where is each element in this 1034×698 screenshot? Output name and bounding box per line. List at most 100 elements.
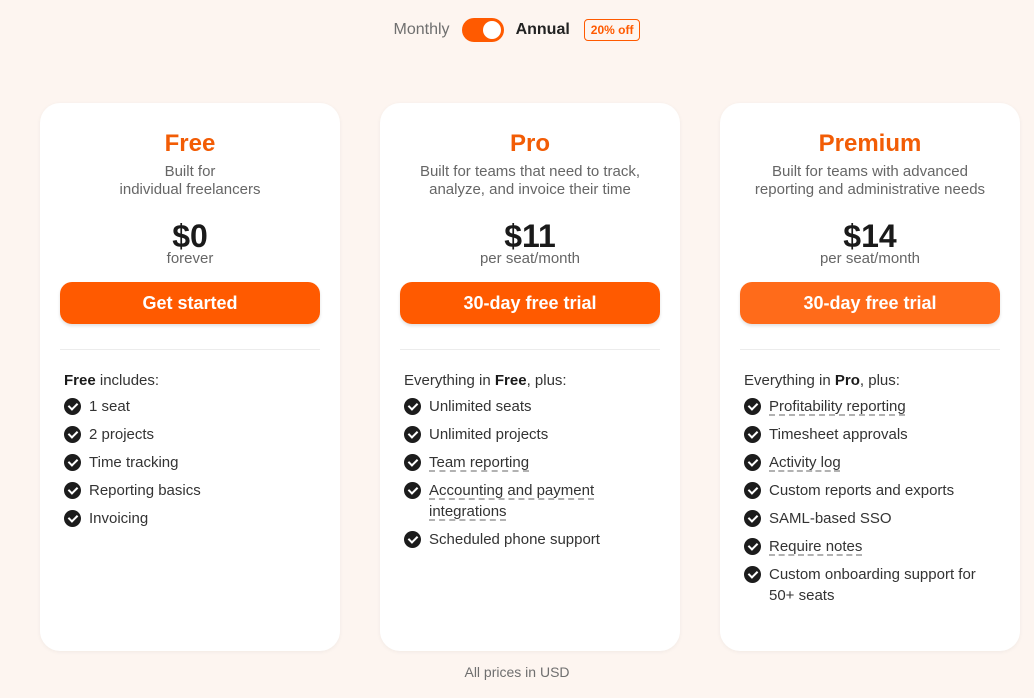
plan-price: $11 [504,218,556,254]
plan-description: Built for individual freelancers [60,163,320,199]
feature-label: Custom onboarding support for 50+ seats [769,566,976,604]
check-circle-icon [744,566,761,583]
check-circle-icon [64,510,81,527]
plan-price: $14 [843,218,897,254]
feature-link[interactable]: Accounting and payment integrations [429,480,660,522]
plan-name: Premium [818,130,922,157]
feature-item: Unlimited projects [404,424,660,445]
includes-prefix: Everything in [744,372,835,389]
plan-description-line: Built for [164,163,216,180]
feature-label: Time tracking [89,454,179,471]
feature-item: Timesheet approvals [744,424,1000,445]
includes-heading: Everything in Pro, plus: [744,372,1000,390]
feature-item: Custom onboarding support for 50+ seats [744,564,1000,606]
feature-item: 2 projects [64,424,320,445]
feature-list: 1 seat 2 projects Time tracking Reportin… [64,396,320,529]
plan-description-line: Built for teams with advanced [772,163,968,180]
check-circle-icon [744,426,761,443]
check-circle-icon [404,482,421,499]
check-circle-icon [64,426,81,443]
feature-item: Team reporting [404,452,660,473]
plan-card-premium: Premium Built for teams with advanced re… [720,103,1020,651]
get-started-button[interactable]: Get started [60,282,320,324]
feature-item: SAML-based SSO [744,508,1000,529]
check-circle-icon [744,510,761,527]
plan-description-line: individual freelancers [119,181,261,198]
plan-name: Pro [509,130,550,157]
plan-period: per seat/month [819,250,921,267]
feature-item: Accounting and payment integrations [404,480,660,522]
check-circle-icon [744,538,761,555]
check-circle-icon [64,454,81,471]
includes-plan: Free [494,372,527,389]
feature-item: 1 seat [64,396,320,417]
feature-label: Invoicing [89,510,149,527]
feature-item: Activity log [744,452,1000,473]
check-circle-icon [404,398,421,415]
plan-name: Free [164,130,216,157]
feature-link[interactable]: Team reporting [429,452,529,473]
feature-label: Custom reports and exports [769,482,955,499]
check-circle-icon [404,454,421,471]
check-circle-icon [404,426,421,443]
feature-label: Scheduled phone support [429,531,600,548]
includes-plan: Pro [834,372,860,389]
feature-link[interactable]: Activity log [769,452,841,473]
feature-item: Time tracking [64,452,320,473]
check-circle-icon [404,531,421,548]
feature-list: Profitability reporting Timesheet approv… [744,396,1000,606]
plan-period: per seat/month [479,250,581,267]
feature-link[interactable]: Require notes [769,536,862,557]
feature-item: Profitability reporting [744,396,1000,417]
prices-footnote: All prices in USD [464,664,570,680]
billing-toggle-bar: Monthly Annual 20% off [0,18,1034,42]
plan-description-line: Built for teams that need to track, [419,163,641,180]
includes-heading: Everything in Free, plus: [404,372,660,390]
start-trial-button-premium[interactable]: 30-day free trial [740,282,1000,324]
check-circle-icon [744,454,761,471]
pricing-cards: Free Built for individual freelancers $0… [40,103,1020,651]
feature-label: SAML-based SSO [769,510,892,527]
feature-label: Unlimited seats [429,398,532,415]
plan-card-pro: Pro Built for teams that need to track, … [380,103,680,651]
feature-item: Invoicing [64,508,320,529]
billing-period-toggle[interactable] [461,18,504,42]
includes-suffix: , plus: [859,372,900,389]
discount-badge: 20% off [583,19,641,41]
plan-price: $0 [172,218,208,254]
divider [400,349,660,350]
plan-description: Built for teams that need to track, anal… [400,163,660,199]
check-circle-icon [744,482,761,499]
annual-label[interactable]: Annual [516,21,570,39]
includes-heading: Free includes: [64,372,320,390]
feature-label: 1 seat [89,398,130,415]
feature-label: Unlimited projects [429,426,549,443]
includes-suffix: includes: [95,372,160,389]
feature-list: Unlimited seats Unlimited projects Team … [404,396,660,550]
includes-plan: Free [64,372,96,389]
divider [740,349,1000,350]
feature-item: Scheduled phone support [404,529,660,550]
plan-description-line: reporting and administrative needs [754,181,986,198]
check-circle-icon [64,398,81,415]
feature-item: Reporting basics [64,480,320,501]
check-circle-icon [64,482,81,499]
includes-prefix: Everything in [404,372,495,389]
includes-suffix: , plus: [526,372,567,389]
feature-item: Unlimited seats [404,396,660,417]
plan-card-free: Free Built for individual freelancers $0… [40,103,340,651]
feature-label: 2 projects [89,426,155,443]
plan-period: forever [166,250,214,267]
plan-description-line: analyze, and invoice their time [429,181,631,198]
feature-label: Timesheet approvals [769,426,908,443]
monthly-label[interactable]: Monthly [394,21,450,39]
feature-item: Custom reports and exports [744,480,1000,501]
start-trial-button-pro[interactable]: 30-day free trial [400,282,660,324]
divider [60,349,320,350]
toggle-knob [482,21,501,39]
plan-description: Built for teams with advanced reporting … [740,163,1000,199]
check-circle-icon [744,398,761,415]
feature-link[interactable]: Profitability reporting [769,396,906,417]
feature-item: Require notes [744,536,1000,557]
feature-label: Reporting basics [89,482,201,499]
